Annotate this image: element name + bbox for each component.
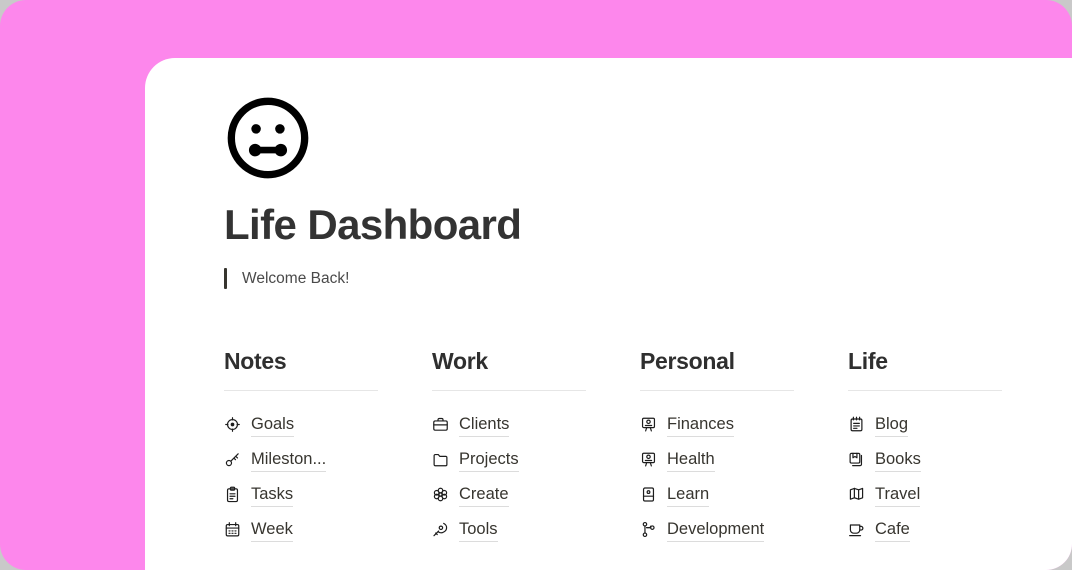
folder-icon bbox=[432, 451, 449, 468]
screenshot-stage: Life Dashboard Welcome Back! Notes Goals M… bbox=[0, 0, 1072, 570]
column-notes: Notes Goals Mileston... Tasks Week bbox=[224, 348, 432, 547]
key-icon bbox=[224, 451, 241, 468]
link-list-personal: Finances Health Learn Development bbox=[640, 407, 848, 547]
link-label[interactable]: Health bbox=[667, 448, 715, 473]
atm-icon bbox=[640, 416, 657, 433]
link-label[interactable]: Tools bbox=[459, 518, 498, 543]
link-label[interactable]: Create bbox=[459, 483, 509, 508]
notepad-icon bbox=[848, 416, 865, 433]
coffee-cup-icon bbox=[848, 521, 865, 538]
link-item[interactable]: Week bbox=[224, 512, 432, 547]
calendar-icon bbox=[224, 521, 241, 538]
link-item[interactable]: Tools bbox=[432, 512, 640, 547]
briefcase-icon bbox=[432, 416, 449, 433]
link-list-life: Blog Books Travel Cafe bbox=[848, 407, 1056, 547]
link-item[interactable]: Goals bbox=[224, 407, 432, 442]
link-label[interactable]: Travel bbox=[875, 483, 921, 508]
link-item[interactable]: Books bbox=[848, 442, 1056, 477]
link-label[interactable]: Finances bbox=[667, 413, 734, 438]
link-item[interactable]: Finances bbox=[640, 407, 848, 442]
link-item[interactable]: Projects bbox=[432, 442, 640, 477]
atm-icon bbox=[640, 451, 657, 468]
column-divider bbox=[640, 390, 794, 392]
clipboard-icon bbox=[224, 486, 241, 503]
link-item[interactable]: Learn bbox=[640, 477, 848, 512]
link-columns: Notes Goals Mileston... Tasks Week Work Client… bbox=[224, 348, 1056, 547]
column-title-work: Work bbox=[432, 348, 488, 374]
link-item[interactable]: Health bbox=[640, 442, 848, 477]
callout-text: Welcome Back! bbox=[242, 269, 350, 287]
dashboard-card: Life Dashboard Welcome Back! Notes Goals M… bbox=[145, 58, 1072, 570]
book-closed-icon bbox=[640, 486, 657, 503]
link-label[interactable]: Blog bbox=[875, 413, 909, 438]
target-icon bbox=[224, 416, 241, 433]
column-personal: Personal Finances Health Learn Development bbox=[640, 348, 848, 547]
callout-accent-bar bbox=[224, 268, 227, 290]
link-item[interactable]: Mileston... bbox=[224, 442, 432, 477]
books-stack-icon bbox=[848, 451, 865, 468]
link-label[interactable]: Learn bbox=[667, 483, 710, 508]
link-label[interactable]: Mileston... bbox=[251, 448, 327, 473]
column-divider bbox=[432, 390, 586, 392]
column-title-notes: Notes bbox=[224, 348, 287, 374]
flower-icon bbox=[432, 486, 449, 503]
link-item[interactable]: Travel bbox=[848, 477, 1056, 512]
link-label[interactable]: Books bbox=[875, 448, 921, 473]
git-branch-icon bbox=[640, 521, 657, 538]
link-list-notes: Goals Mileston... Tasks Week bbox=[224, 407, 432, 547]
link-label[interactable]: Development bbox=[667, 518, 765, 543]
column-divider bbox=[848, 390, 1002, 392]
link-label[interactable]: Goals bbox=[251, 413, 295, 438]
link-list-work: Clients Projects Create Tools bbox=[432, 407, 640, 547]
link-label[interactable]: Projects bbox=[459, 448, 519, 473]
link-label[interactable]: Week bbox=[251, 518, 293, 543]
open-book-icon bbox=[848, 486, 865, 503]
column-divider bbox=[224, 390, 378, 392]
link-label[interactable]: Clients bbox=[459, 413, 510, 438]
column-title-personal: Personal bbox=[640, 348, 735, 374]
paint-brush-icon bbox=[432, 521, 449, 538]
link-item[interactable]: Development bbox=[640, 512, 848, 547]
column-title-life: Life bbox=[848, 348, 888, 374]
column-life: Life Blog Books Travel Cafe bbox=[848, 348, 1056, 547]
pink-background-panel: Life Dashboard Welcome Back! Notes Goals M… bbox=[0, 0, 1072, 570]
link-label[interactable]: Tasks bbox=[251, 483, 294, 508]
link-item[interactable]: Clients bbox=[432, 407, 640, 442]
column-work: Work Clients Projects Create Tools bbox=[432, 348, 640, 547]
link-item[interactable]: Create bbox=[432, 477, 640, 512]
link-item[interactable]: Tasks bbox=[224, 477, 432, 512]
link-item[interactable]: Blog bbox=[848, 407, 1056, 442]
link-label[interactable]: Cafe bbox=[875, 518, 910, 543]
link-item[interactable]: Cafe bbox=[848, 512, 1056, 547]
face-with-bone-mouth-icon bbox=[224, 94, 1024, 182]
page-title: Life Dashboard bbox=[224, 201, 522, 248]
card-header: Life Dashboard Welcome Back! bbox=[224, 94, 1024, 290]
welcome-callout: Welcome Back! bbox=[224, 268, 1024, 290]
